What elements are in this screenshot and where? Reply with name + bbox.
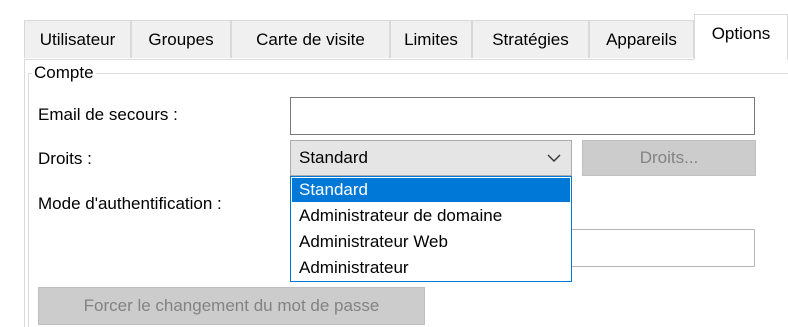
- force-password-change-button[interactable]: Forcer le changement du mot de passe: [38, 287, 425, 325]
- option-label: Administrateur: [299, 258, 409, 277]
- dropdown-option-domain-admin[interactable]: Administrateur de domaine: [292, 204, 570, 228]
- group-box-left-border: [28, 73, 29, 327]
- option-label: Standard: [299, 180, 368, 199]
- tab-limites[interactable]: Limites: [390, 20, 472, 58]
- chevron-down-icon: [547, 154, 561, 162]
- dropdown-option-admin[interactable]: Administrateur: [292, 256, 570, 280]
- tab-label: Groupes: [148, 29, 214, 49]
- group-title: Compte: [32, 62, 96, 84]
- option-label: Administrateur de domaine: [299, 206, 503, 225]
- tab-label: Utilisateur: [39, 29, 116, 49]
- group-box-top-border: [28, 73, 788, 74]
- option-label: Administrateur Web: [299, 232, 448, 251]
- tab-label: Limites: [404, 29, 458, 49]
- auth-mode-label: Mode d'authentification :: [38, 194, 222, 213]
- tab-groupes[interactable]: Groupes: [131, 20, 231, 58]
- rights-button-label: Droits...: [639, 148, 699, 167]
- tab-strip-baseline: [24, 59, 788, 60]
- tab-options[interactable]: Options: [694, 14, 788, 60]
- auth-mode-field-partial[interactable]: [562, 229, 755, 267]
- backup-email-label: Email de secours :: [38, 105, 178, 124]
- tab-label: Options: [711, 24, 771, 43]
- dropdown-option-web-admin[interactable]: Administrateur Web: [292, 230, 570, 254]
- tab-utilisateur[interactable]: Utilisateur: [24, 20, 131, 58]
- tab-label: Appareils: [606, 29, 677, 49]
- tab-appareils[interactable]: Appareils: [589, 20, 694, 58]
- tab-label: Stratégies: [492, 29, 569, 49]
- tab-label: Carte de visite: [256, 29, 365, 49]
- rights-selected-value: Standard: [299, 148, 368, 167]
- rights-combobox[interactable]: Standard: [290, 140, 572, 176]
- force-password-change-label: Forcer le changement du mot de passe: [83, 296, 380, 315]
- dropdown-option-standard[interactable]: Standard: [292, 178, 570, 202]
- tab-carte-de-visite[interactable]: Carte de visite: [231, 20, 390, 58]
- tab-strategies[interactable]: Stratégies: [472, 20, 589, 58]
- tab-page-border: [24, 60, 25, 327]
- backup-email-field[interactable]: [290, 97, 755, 135]
- rights-button[interactable]: Droits...: [582, 140, 756, 176]
- rights-dropdown-list: Standard Administrateur de domaine Admin…: [290, 176, 572, 282]
- rights-label: Droits :: [38, 149, 92, 168]
